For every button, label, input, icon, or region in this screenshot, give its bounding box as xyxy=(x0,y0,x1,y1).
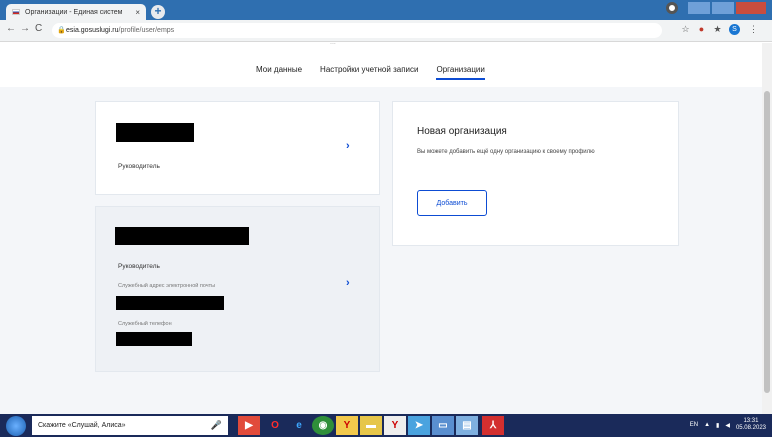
page-header: ... Мои данные Настройки учетной записи … xyxy=(0,39,762,87)
minimize-button[interactable] xyxy=(688,2,710,14)
yandex-icon[interactable]: Y xyxy=(336,416,358,435)
maximize-button[interactable] xyxy=(712,2,734,14)
close-tab-icon[interactable]: × xyxy=(135,8,140,17)
opera-icon[interactable]: O xyxy=(264,416,286,435)
taskbar-app-icon[interactable]: ▶ xyxy=(238,416,260,435)
back-icon[interactable]: ← xyxy=(6,23,16,34)
profile-menu: Мои данные Настройки учетной записи Орга… xyxy=(256,65,485,80)
url-path: /profile/user/emps xyxy=(118,27,175,34)
org1-role: Руководитель xyxy=(118,163,160,170)
browser-titlebar: Организации - Единая систем × + xyxy=(0,0,772,20)
chevron-right-icon[interactable]: › xyxy=(346,140,350,152)
start-button[interactable] xyxy=(6,416,26,436)
taskbar-search-text: Скажите «Слушай, Алиса» xyxy=(38,422,126,429)
chrome-icon[interactable]: ◉ xyxy=(312,416,334,435)
close-window-button[interactable] xyxy=(736,2,766,14)
url-host: esia.gosuslugi.ru xyxy=(66,27,119,34)
tray-chevron-icon[interactable]: ▲ xyxy=(704,422,710,428)
redacted-org-name xyxy=(116,123,194,142)
reload-icon[interactable]: C xyxy=(35,23,42,34)
tab-title: Организации - Единая систем xyxy=(25,8,123,16)
clock-date: 05.08.2023 xyxy=(735,425,766,431)
redacted-phone xyxy=(116,332,192,346)
browser-tab[interactable]: Организации - Единая систем × xyxy=(6,4,146,20)
clock-time: 13:31 xyxy=(743,418,759,424)
org2-role: Руководитель xyxy=(118,263,160,270)
taskbar-app-icon[interactable]: Y xyxy=(384,416,406,435)
new-organization-card: Новая организация Вы можете добавить ещё… xyxy=(392,101,679,246)
scrollbar-thumb[interactable] xyxy=(764,91,770,393)
taskbar-app-icon[interactable]: ▭ xyxy=(432,416,454,435)
screen: Организации - Единая систем × + ← → C 🔒 … xyxy=(0,0,772,437)
taskbar-search[interactable]: Скажите «Слушай, Алиса» 🎤 xyxy=(32,416,228,435)
bookmark-star-icon[interactable]: ☆ xyxy=(680,24,691,35)
system-tray: EN ▲ ▮ ◀ 13:31 05.08.2023 xyxy=(690,418,766,432)
file-explorer-icon[interactable]: ▬ xyxy=(360,416,382,435)
menu-organizations[interactable]: Организации xyxy=(436,65,485,80)
clock[interactable]: 13:31 05.08.2023 xyxy=(736,418,766,432)
language-indicator[interactable]: EN xyxy=(690,422,698,428)
profile-icon[interactable] xyxy=(666,2,678,14)
edge-icon[interactable]: e xyxy=(288,416,310,435)
forward-icon[interactable]: → xyxy=(20,23,30,34)
telegram-icon[interactable]: ➤ xyxy=(408,416,430,435)
pdf-reader-icon[interactable]: ⅄ xyxy=(482,416,504,435)
org2-email-label: Служебный адрес электронной почты xyxy=(118,283,216,289)
browser-toolbar: ← → C 🔒 esia.gosuslugi.ru/profile/user/e… xyxy=(0,20,772,42)
extension-icon[interactable]: ● xyxy=(696,24,707,35)
chevron-right-icon[interactable]: › xyxy=(346,277,350,289)
lock-icon: 🔒 xyxy=(57,27,66,34)
microphone-icon[interactable]: 🎤 xyxy=(211,416,222,435)
windows-taskbar: Скажите «Слушай, Алиса» 🎤 ▶ O e ◉ Y ▬ Y … xyxy=(0,414,772,437)
network-icon[interactable]: ▮ xyxy=(716,422,719,429)
org2-phone-label: Служебный телефон xyxy=(118,321,172,327)
menu-my-data[interactable]: Мои данные xyxy=(256,65,302,80)
browser-menu-icon[interactable]: ⋮ xyxy=(748,24,759,35)
redacted-email xyxy=(116,296,224,310)
address-bar[interactable]: 🔒 esia.gosuslugi.ru/profile/user/emps xyxy=(52,23,662,38)
extensions-puzzle-icon[interactable]: ★ xyxy=(712,24,723,35)
taskbar-app-icon[interactable]: ▤ xyxy=(456,416,478,435)
add-organization-button[interactable]: Добавить xyxy=(417,190,487,216)
russia-flag-icon xyxy=(12,9,20,15)
new-org-title: Новая организация xyxy=(417,126,507,137)
header-truncated-text: ... xyxy=(330,39,336,46)
redacted-org-name xyxy=(115,227,249,245)
page-content: ... Мои данные Настройки учетной записи … xyxy=(0,39,762,414)
organization-card-2[interactable]: Руководитель Служебный адрес электронной… xyxy=(95,206,380,372)
user-avatar-icon[interactable]: S xyxy=(729,24,740,35)
new-tab-button[interactable]: + xyxy=(151,5,165,19)
new-org-description: Вы можете добавить ещё одну организацию … xyxy=(417,149,595,155)
volume-icon[interactable]: ◀ xyxy=(725,422,730,429)
menu-account-settings[interactable]: Настройки учетной записи xyxy=(320,65,418,80)
organization-card-1[interactable]: Руководитель › xyxy=(95,101,380,195)
window-controls xyxy=(666,2,766,14)
page-scrollbar[interactable] xyxy=(762,43,772,414)
